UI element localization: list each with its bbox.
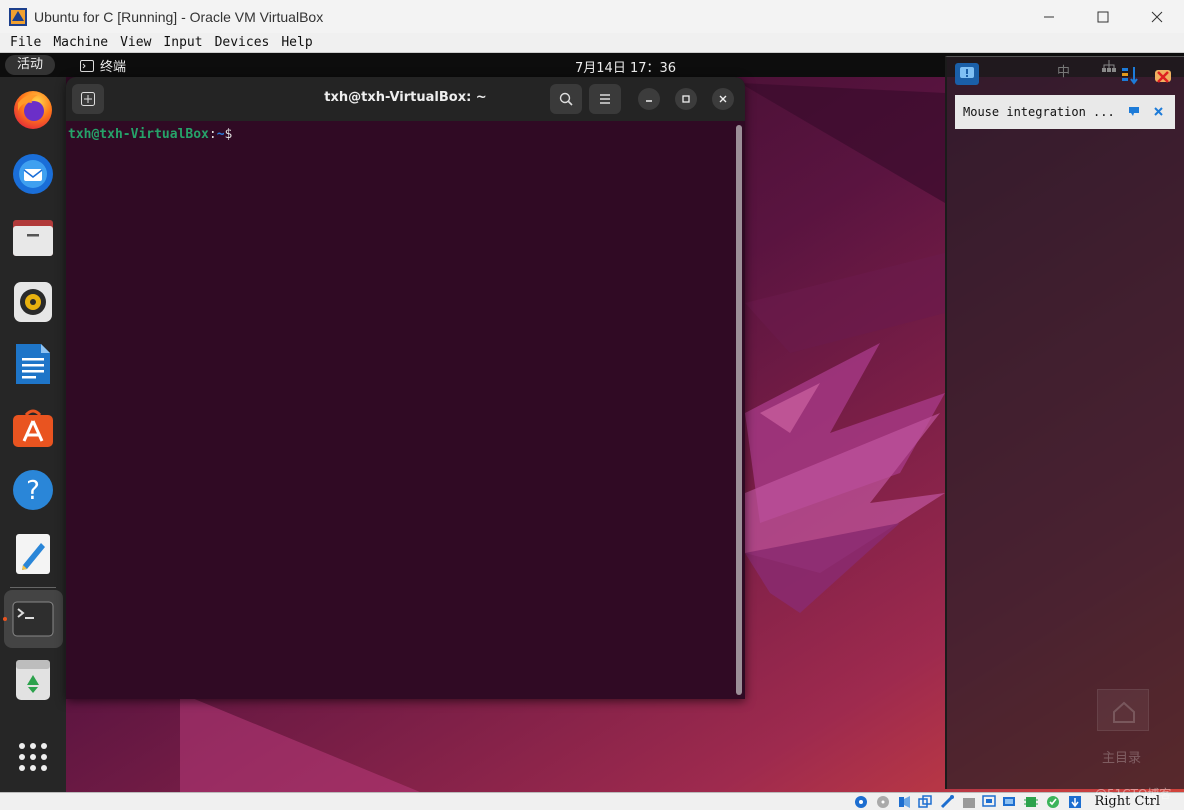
menu-file[interactable]: File [4, 35, 47, 50]
vbox-menubar: File Machine View Input Devices Help [0, 33, 1184, 53]
vbox-statusbar: @51CTO博客 Right Ctrl [0, 787, 1184, 810]
vbox-ui-status-icon[interactable] [1120, 64, 1142, 86]
dock-text-editor[interactable] [8, 529, 58, 579]
dock-app-center[interactable] [8, 403, 58, 453]
app-menu[interactable]: 终端 [80, 56, 126, 75]
window-title: Ubuntu for C [Running] - Oracle VM Virtu… [34, 8, 324, 25]
clock[interactable]: 7月14日 17：36 [575, 57, 676, 76]
prompt-separator: : [208, 127, 217, 142]
optical-drive-icon[interactable] [876, 795, 890, 809]
thunderbird-icon [13, 154, 53, 194]
keyboard-capture-icon[interactable] [1068, 795, 1082, 809]
trash-icon [16, 660, 50, 700]
terminal-small-icon [80, 59, 94, 72]
dock-thunderbird[interactable] [8, 149, 58, 199]
prompt-user: txh@txh-VirtualBox [68, 127, 209, 142]
close-button[interactable] [1128, 0, 1184, 33]
network-adapter-icon[interactable] [918, 795, 932, 809]
terminal-close-button[interactable] [712, 88, 734, 110]
prompt-path: ~ [216, 127, 225, 142]
app-menu-label: 终端 [100, 60, 127, 75]
activities-button[interactable]: 活动 [5, 55, 56, 75]
firefox-icon [14, 91, 52, 129]
app-center-icon [13, 409, 53, 447]
hard-disk-icon[interactable] [854, 795, 868, 809]
terminal-output[interactable]: txh@txh-VirtualBox:~$ [66, 121, 745, 699]
dock-show-apps[interactable] [8, 732, 58, 782]
notification-toast[interactable]: Mouse integration ... [955, 95, 1175, 129]
notification-panel: 中 Mouse integration ... 主目录 [945, 56, 1184, 789]
video-capture-icon[interactable] [1002, 795, 1016, 809]
network-icon[interactable] [1102, 60, 1116, 72]
running-indicator [3, 617, 7, 621]
notification-text: Mouse integration ... [963, 105, 1115, 119]
dock-rhythmbox[interactable] [8, 277, 58, 327]
terminal-headerbar: txh@txh-VirtualBox: ~ [66, 77, 745, 121]
dock-separator [10, 587, 56, 588]
dock-terminal[interactable] [8, 594, 58, 644]
libreoffice-writer-icon [16, 344, 50, 384]
rhythmbox-icon [14, 282, 52, 322]
home-folder-icon[interactable] [1097, 689, 1149, 731]
ime-indicator[interactable]: 中 [1057, 61, 1070, 80]
virtualbox-app-icon [8, 7, 28, 27]
search-button[interactable] [550, 84, 582, 114]
show-apps-icon [19, 743, 47, 771]
dock-libreoffice-writer[interactable] [8, 339, 58, 389]
hamburger-icon [600, 94, 610, 104]
terminal-minimize-button[interactable] [638, 88, 660, 110]
virtualbox-window: { "host": { "title": "Ubuntu for C [Runn… [0, 0, 1184, 810]
help-icon: ? [13, 470, 53, 510]
terminal-icon [12, 601, 54, 637]
display-icon[interactable] [982, 795, 996, 809]
notification-center-icon[interactable] [955, 63, 979, 85]
minimize-button[interactable] [1020, 0, 1078, 33]
dock-files[interactable] [8, 213, 58, 263]
menu-help[interactable]: Help [275, 35, 318, 50]
menu-input[interactable]: Input [157, 35, 208, 50]
maximize-icon [682, 95, 690, 103]
guest-screen: 活动 终端 7月14日 17：36 ? txh@txh-VirtualBox: … [0, 53, 1184, 792]
menu-devices[interactable]: Devices [209, 35, 276, 50]
menu-machine[interactable]: Machine [47, 35, 114, 50]
text-editor-icon [16, 534, 50, 574]
maximize-button[interactable] [1074, 0, 1132, 33]
minimize-icon [1044, 16, 1054, 17]
close-icon [719, 95, 727, 103]
terminal-scrollbar[interactable] [736, 125, 742, 695]
terminal-window: txh@txh-VirtualBox: ~ txh@txh-VirtualBox… [66, 77, 745, 699]
audio-icon[interactable] [898, 795, 912, 809]
close-icon [1151, 11, 1163, 22]
maximize-icon [1097, 11, 1109, 22]
cpu-icon[interactable] [1024, 795, 1038, 809]
notification-close-icon[interactable] [1154, 107, 1163, 116]
notification-expand-icon[interactable] [1129, 107, 1139, 116]
terminal-maximize-button[interactable] [675, 88, 697, 110]
dock: ? [0, 77, 66, 792]
mouse-integration-off-icon[interactable] [1152, 64, 1174, 86]
dock-help[interactable]: ? [8, 465, 58, 515]
guest-additions-icon[interactable] [1046, 795, 1060, 809]
prompt-symbol: $ [224, 127, 233, 142]
dock-firefox[interactable] [8, 85, 58, 135]
minimize-icon [646, 100, 652, 102]
dock-trash[interactable] [8, 655, 58, 705]
menu-view[interactable]: View [114, 35, 157, 50]
host-titlebar: Ubuntu for C [Running] - Oracle VM Virtu… [0, 0, 1184, 33]
shared-folders-icon[interactable] [962, 795, 976, 809]
home-folder-label: 主目录 [1102, 751, 1142, 766]
search-icon [559, 92, 573, 106]
menu-button[interactable] [589, 84, 621, 114]
host-key-label: Right Ctrl [1094, 794, 1160, 809]
svg-text:?: ? [26, 476, 40, 506]
files-icon [13, 220, 53, 256]
usb-icon[interactable] [940, 795, 954, 809]
